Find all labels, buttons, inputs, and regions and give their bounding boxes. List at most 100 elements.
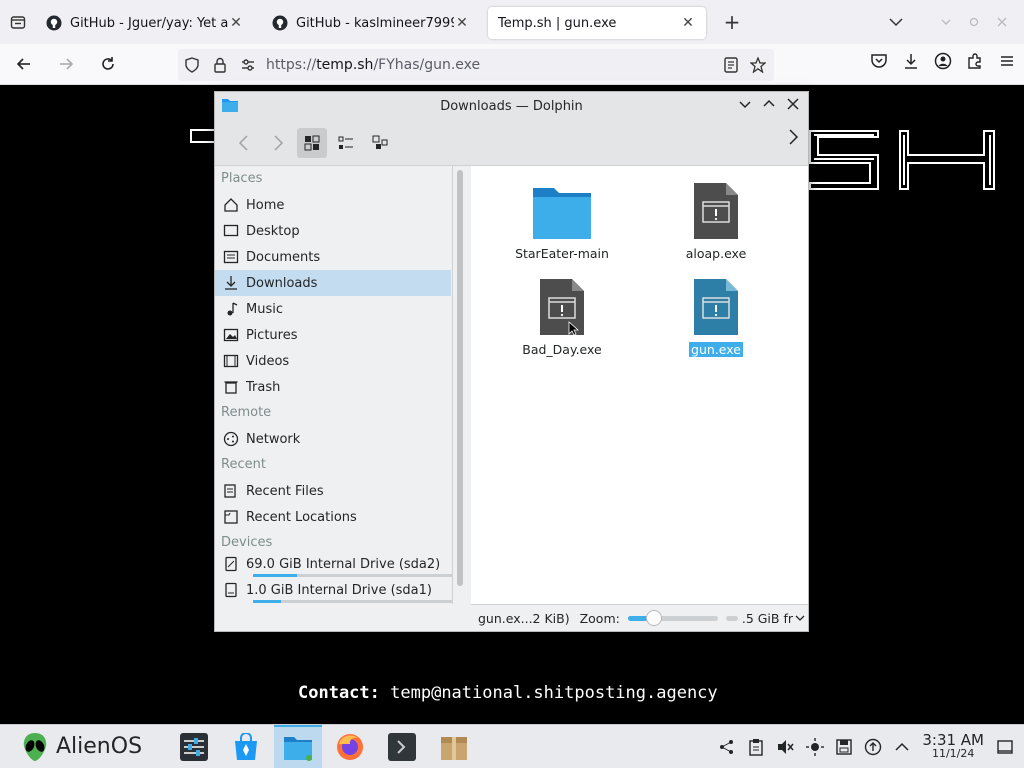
places-item-documents[interactable]: Documents [215, 244, 451, 270]
music-icon [223, 301, 239, 317]
contact-line: Contact: temp@national.shitposting.agenc… [298, 683, 718, 703]
start-menu-button[interactable]: AlienOS [0, 732, 170, 762]
bookmark-star-icon[interactable] [750, 57, 766, 73]
tab-title: GitHub - Jguer/yay: Yet an [70, 15, 228, 31]
minimize-icon[interactable] [738, 97, 752, 111]
icons-view-button[interactable] [297, 127, 327, 158]
places-item-downloads[interactable]: Downloads [215, 270, 451, 296]
pocket-icon[interactable] [870, 52, 888, 70]
github-icon [46, 15, 62, 31]
places-item-home[interactable]: Home [215, 192, 451, 218]
trash-icon [223, 379, 239, 395]
maximize-icon[interactable] [964, 14, 984, 30]
page-settings-icon[interactable] [234, 57, 262, 73]
places-item-label: Pictures [246, 327, 298, 343]
close-tab-icon[interactable]: ✕ [454, 15, 470, 31]
file-item-folder[interactable]: StarEater-main [502, 180, 622, 261]
places-item-trash[interactable]: Trash [215, 374, 451, 400]
window-titlebar[interactable]: Downloads — Dolphin [215, 92, 808, 120]
lock-icon[interactable] [206, 57, 234, 73]
minimize-icon[interactable] [936, 14, 956, 30]
places-item-pictures[interactable]: Pictures [215, 322, 451, 348]
free-space-bar [725, 615, 738, 621]
places-item-recent-files[interactable]: Recent Files [215, 478, 451, 504]
recent-files-icon [223, 483, 239, 499]
downloads-arrow-icon[interactable] [902, 52, 920, 70]
compact-view-button[interactable] [331, 128, 361, 158]
network-share-icon[interactable] [718, 738, 736, 756]
free-space-text[interactable]: .5 GiB fr [742, 611, 793, 626]
taskbar-terminal[interactable] [378, 725, 426, 768]
close-tab-icon[interactable]: ✕ [228, 15, 244, 31]
maximize-icon[interactable] [762, 97, 776, 111]
places-item-music[interactable]: Music [215, 296, 451, 322]
places-scrollbar[interactable] [455, 170, 465, 590]
close-tab-icon[interactable]: ✕ [680, 15, 696, 31]
taskbar: AlienOS 3:31 AM 11/1/24 [0, 724, 1024, 768]
forward-button[interactable] [48, 46, 84, 82]
menu-hamburger-icon[interactable] [998, 52, 1016, 70]
details-view-icon [372, 135, 388, 149]
file-item-executable-selected[interactable]: gun.exe [656, 276, 776, 357]
shield-icon[interactable] [178, 57, 206, 73]
forward-button[interactable] [263, 128, 293, 158]
zoom-slider[interactable] [627, 609, 718, 626]
places-item-drive-sda1[interactable]: 1.0 GiB Internal Drive (sda1) [215, 582, 452, 604]
reload-button[interactable] [90, 46, 126, 82]
places-panel: Places Home Desktop Documents Downloads … [215, 166, 453, 604]
file-item-executable[interactable]: Bad_Day.exe [502, 276, 622, 357]
brightness-icon[interactable] [806, 737, 825, 756]
places-section-header: Places [221, 171, 263, 186]
volume-muted-icon[interactable] [776, 738, 794, 756]
clock[interactable]: 3:31 AM 11/1/24 [922, 732, 984, 761]
browser-tab-active[interactable]: Temp.sh | gun.exe ✕ [488, 7, 706, 39]
show-desktop-icon[interactable] [996, 738, 1014, 756]
places-item-videos[interactable]: Videos [215, 348, 451, 374]
folder-icon [284, 736, 312, 761]
taskbar-firefox[interactable] [326, 725, 374, 768]
scrollbar-thumb[interactable] [457, 170, 463, 586]
start-label: AlienOS [56, 734, 143, 759]
devices-section-header: Devices [221, 535, 273, 550]
executable-file-icon [694, 279, 738, 335]
executable-file-icon [540, 279, 584, 336]
file-item-executable[interactable]: aloap.exe [656, 180, 776, 261]
chevron-right-icon [274, 134, 284, 151]
toolbar-overflow-button[interactable] [786, 128, 800, 150]
places-item-desktop[interactable]: Desktop [215, 218, 451, 244]
window-controls [888, 14, 1024, 30]
tab-list-button[interactable] [0, 0, 36, 44]
clipboard-icon[interactable] [748, 738, 764, 756]
clock-date: 11/1/24 [931, 746, 975, 760]
contact-email[interactable]: temp@national.shitposting.agency [390, 683, 718, 703]
extensions-icon[interactable] [966, 52, 984, 70]
tab-list-icon [10, 16, 26, 29]
browser-tab[interactable]: GitHub - kaslmineer7999/3 ✕ [262, 7, 480, 39]
taskbar-archive[interactable] [430, 725, 478, 768]
account-icon[interactable] [934, 52, 952, 70]
close-window-icon[interactable] [992, 14, 1012, 30]
chevron-down-icon[interactable] [888, 14, 928, 30]
new-tab-button[interactable]: + [714, 6, 750, 38]
details-view-button[interactable] [365, 128, 395, 158]
back-button[interactable] [229, 128, 259, 158]
icons-view-icon [304, 135, 320, 150]
chevron-down-icon[interactable] [795, 613, 805, 623]
close-icon[interactable] [786, 97, 800, 111]
places-item-drive-sda2[interactable]: 69.0 GiB Internal Drive (sda2) [215, 556, 452, 582]
taskbar-dolphin[interactable] [274, 724, 322, 768]
chevron-up-icon[interactable] [894, 739, 910, 755]
updates-icon[interactable] [864, 738, 882, 756]
url-bar[interactable]: https://temp.sh/FYhas/gun.exe [178, 49, 774, 81]
browser-tab[interactable]: GitHub - Jguer/yay: Yet an ✕ [36, 7, 254, 39]
taskbar-discover[interactable] [222, 725, 270, 768]
zoom-slider-handle[interactable] [645, 609, 662, 626]
file-view: StarEater-main aloap.exe Bad_Day.exe gun… [471, 166, 808, 604]
status-bar: gun.ex...2 KiB) Zoom: .5 GiB fr [471, 604, 808, 631]
taskbar-system-settings[interactable] [170, 725, 218, 768]
places-item-recent-locations[interactable]: Recent Locations [215, 504, 451, 530]
reader-view-icon[interactable] [724, 57, 738, 73]
back-button[interactable] [6, 46, 42, 82]
disk-icon[interactable] [836, 738, 853, 756]
places-item-network[interactable]: Network [215, 426, 451, 452]
